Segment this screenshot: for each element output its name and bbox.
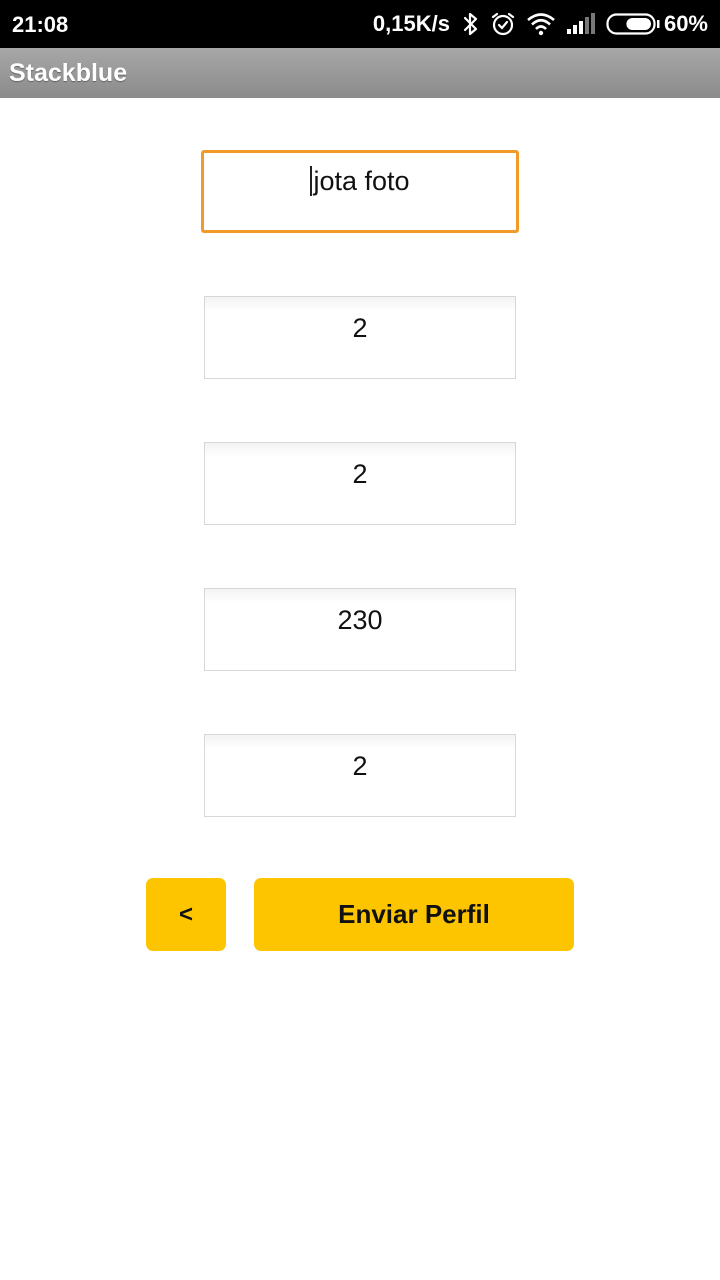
alarm-icon: [490, 11, 516, 37]
number-input-3-value: 230: [337, 605, 383, 635]
number-input-4[interactable]: 2: [204, 734, 516, 817]
send-profile-button[interactable]: Enviar Perfil: [254, 878, 574, 951]
net-speed: 0,15K/s: [372, 11, 450, 36]
app-title: Stackblue: [9, 59, 128, 87]
battery-percent: 60%: [663, 11, 708, 36]
signal-icon: [566, 13, 596, 35]
number-input-2[interactable]: 2: [204, 442, 516, 525]
send-profile-button-label: Enviar Perfil: [338, 899, 490, 929]
number-input-3[interactable]: 230: [204, 588, 516, 671]
name-input[interactable]: jota foto: [201, 150, 519, 233]
name-input-value: jota foto: [313, 166, 410, 196]
status-icons: 0,15K/s 60%: [373, 10, 708, 38]
number-input-1[interactable]: 2: [204, 296, 516, 379]
back-button-label: <: [178, 900, 193, 928]
battery-icon: [606, 13, 660, 35]
bluetooth-icon: [462, 11, 480, 37]
app-bar: Stackblue: [0, 48, 720, 98]
number-input-2-value: 2: [352, 459, 368, 489]
status-time: 21:08: [12, 12, 69, 37]
number-input-1-value: 2: [352, 313, 368, 343]
back-button[interactable]: <: [146, 878, 226, 951]
wifi-icon: [526, 12, 556, 36]
number-input-4-value: 2: [352, 751, 368, 781]
status-bar: 21:08 0,15K/s 60%: [0, 0, 720, 48]
